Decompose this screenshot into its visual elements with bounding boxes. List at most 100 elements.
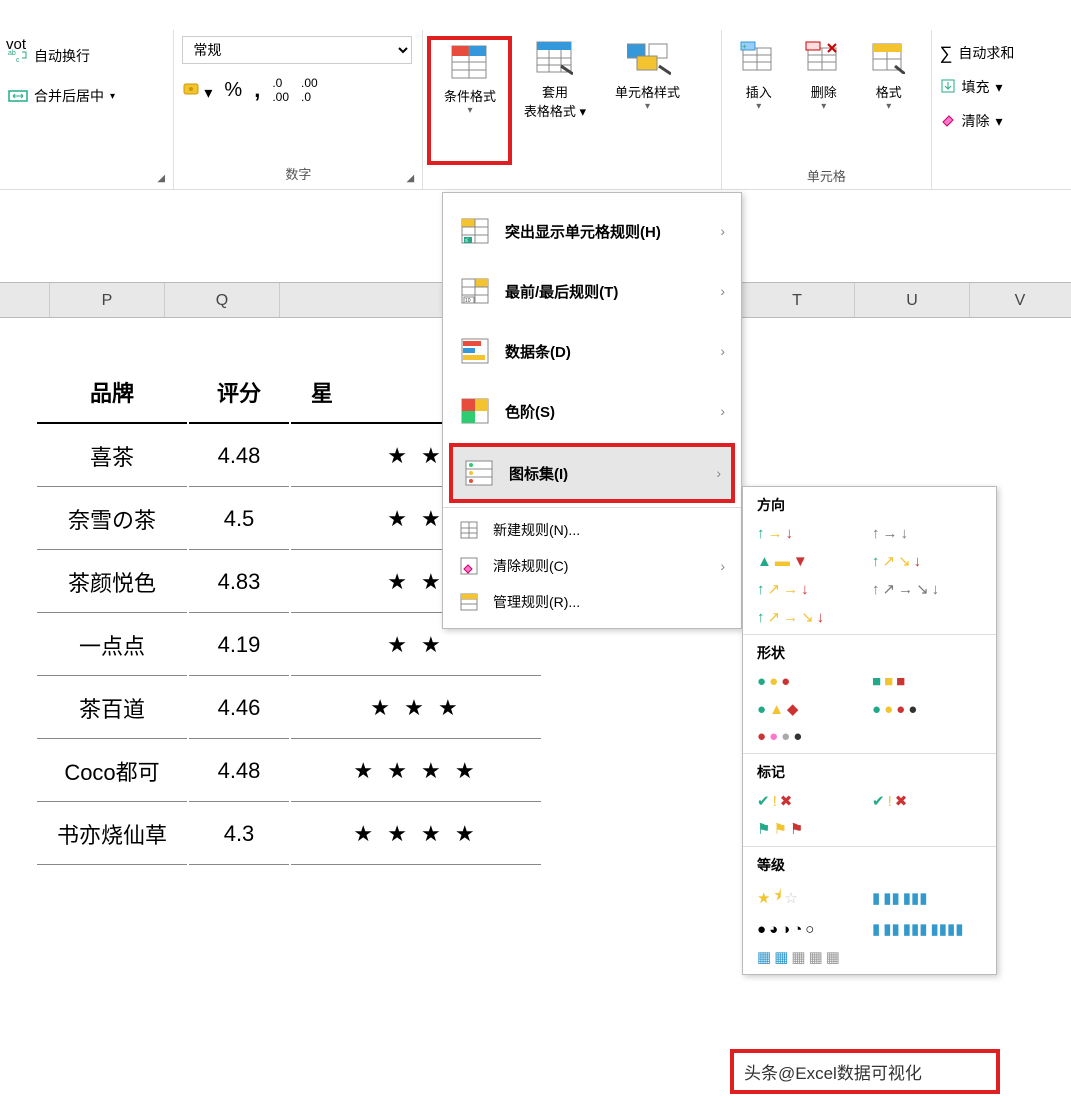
section-title: 方向 — [757, 495, 982, 515]
iconset-option[interactable]: ▦▦▦▦▦ — [757, 948, 842, 966]
cell-brand[interactable]: 喜茶 — [37, 426, 187, 487]
iconset-option[interactable]: ▮▮▮▮▮▮ — [872, 885, 957, 910]
cell-score[interactable]: 4.46 — [189, 678, 289, 739]
alignment-group: abc 自动换行 合并后居中 ▾ ◢ — [0, 30, 174, 189]
iconset-option[interactable]: ●●●● — [872, 700, 957, 718]
color-scales-item[interactable]: 色阶(S) › — [443, 381, 741, 441]
cell-score[interactable]: 4.3 — [189, 804, 289, 865]
table-row[interactable]: Coco都可4.48★ ★ ★ ★ — [37, 741, 541, 802]
header-score[interactable]: 评分 — [189, 362, 289, 424]
submenu-arrow-icon: › — [720, 403, 725, 419]
cell-stars[interactable]: ★ ★ ★ — [291, 678, 541, 739]
iconset-option[interactable]: ●▲◆ — [757, 700, 842, 718]
cell-brand[interactable]: 书亦烧仙草 — [37, 804, 187, 865]
clear-rules-item[interactable]: 清除规则(C) › — [443, 548, 741, 584]
iconset-option[interactable]: ↑↗→↘↓ — [757, 608, 842, 626]
table-row[interactable]: 茶百道4.46★ ★ ★ — [37, 678, 541, 739]
number-group: 常规 ▾ % , .0.00 .00.0 数字 ◢ — [174, 30, 423, 189]
iconset-option[interactable]: ●◕◑◔○ — [757, 920, 842, 938]
new-rule-item[interactable]: 新建规则(N)... — [443, 512, 741, 548]
svg-text:c: c — [16, 57, 20, 64]
number-format-select[interactable]: 常规 — [182, 36, 412, 64]
cells-group: + 插入 ▾ 删除 ▾ 格式 ▾ 单元格 — [722, 30, 931, 189]
col-header-u[interactable]: U — [855, 283, 970, 317]
col-header-v[interactable]: V — [970, 283, 1070, 317]
decrease-decimal-button[interactable]: .00.0 — [301, 76, 318, 104]
cell-score[interactable]: 4.5 — [189, 489, 289, 550]
new-rule-icon — [459, 520, 479, 540]
iconset-option[interactable]: ★⯨☆ — [757, 885, 842, 910]
iconset-option[interactable]: ↑↗→↓ — [757, 580, 842, 598]
editing-group: ∑ 自动求和 填充 ▾ 清除 ▾ — [932, 30, 1071, 189]
iconset-option[interactable]: ●●● — [757, 673, 842, 690]
cell-styles-button[interactable]: 单元格样式 ▾ — [597, 36, 697, 165]
currency-button[interactable]: ▾ — [182, 78, 212, 103]
clear-rules-icon — [459, 556, 479, 576]
conditional-format-button[interactable]: 条件格式 ▾ — [427, 36, 512, 165]
top-bottom-rules-item[interactable]: 10 最前/最后规则(T) › — [443, 261, 741, 321]
table-format-label1: 套用 — [542, 82, 568, 101]
cell-score[interactable]: 4.19 — [189, 615, 289, 676]
iconset-option[interactable]: ↑→↓ — [872, 525, 957, 542]
cell-stars[interactable]: ★ ★ ★ ★ — [291, 741, 541, 802]
fill-button[interactable]: 填充 ▾ — [940, 70, 1064, 104]
col-header-p[interactable]: P — [50, 283, 165, 317]
table-row[interactable]: 书亦烧仙草4.3★ ★ ★ ★ — [37, 804, 541, 865]
data-bars-item[interactable]: 数据条(D) › — [443, 321, 741, 381]
merge-center-button[interactable]: 合并后居中 ▾ — [8, 76, 165, 116]
iconset-option[interactable]: ↑→↓ — [757, 525, 842, 542]
iconset-option[interactable]: ✔!✖ — [872, 792, 957, 810]
iconset-option[interactable]: ■■■ — [872, 673, 957, 690]
dialog-launcher-icon[interactable]: ◢ — [157, 173, 169, 185]
iconset-option[interactable]: ↑↗→↘↓ — [872, 580, 957, 598]
iconset-option[interactable]: ▮▮▮▮▮▮▮▮▮▮ — [872, 920, 964, 938]
chevron-down-icon: ▾ — [821, 101, 826, 112]
cell-brand[interactable]: 奈雪の茶 — [37, 489, 187, 550]
submenu-arrow-icon: › — [720, 343, 725, 359]
col-header-q[interactable]: Q — [165, 283, 280, 317]
iconset-option[interactable]: ↑↗↘↓ — [872, 552, 957, 570]
iconset-option[interactable]: ✔!✖ — [757, 792, 842, 810]
cell-brand[interactable]: Coco都可 — [37, 741, 187, 802]
cell-score[interactable]: 4.48 — [189, 426, 289, 487]
cell-score[interactable]: 4.83 — [189, 552, 289, 613]
ribbon: abc 自动换行 合并后居中 ▾ ◢ 常规 ▾ % , .0.00 .00.0 … — [0, 30, 1071, 190]
col-header-t[interactable]: T — [740, 283, 855, 317]
submenu-arrow-icon: › — [720, 283, 725, 299]
dialog-launcher-icon[interactable]: ◢ — [406, 173, 418, 185]
menu-label: 数据条(D) — [505, 341, 571, 362]
cell-stars[interactable]: ★ ★ ★ ★ — [291, 804, 541, 865]
cell-brand[interactable]: 一点点 — [37, 615, 187, 676]
highlight-cells-rules-item[interactable]: ≤ 突出显示单元格规则(H) › — [443, 201, 741, 261]
cond-format-label: 条件格式 — [444, 86, 496, 105]
iconset-option[interactable]: ●●●● — [757, 728, 842, 745]
cell-brand[interactable]: 茶百道 — [37, 678, 187, 739]
increase-decimal-button[interactable]: .0.00 — [272, 76, 289, 104]
menu-label: 色阶(S) — [505, 401, 555, 422]
icon-sets-item[interactable]: 图标集(I) › — [449, 443, 735, 503]
cell-brand[interactable]: 茶颜悦色 — [37, 552, 187, 613]
header-brand[interactable]: 品牌 — [37, 362, 187, 424]
submenu-arrow-icon: › — [720, 558, 725, 574]
cell-styles-icon — [627, 40, 667, 78]
autosum-button[interactable]: ∑ 自动求和 — [940, 36, 1064, 70]
menu-label: 管理规则(R)... — [493, 592, 580, 612]
percent-button[interactable]: % — [224, 79, 242, 102]
iconset-option[interactable]: ▲▬▼ — [757, 552, 842, 570]
iconset-option[interactable]: ⚑⚑⚑ — [757, 820, 842, 838]
manage-rules-item[interactable]: 管理规则(R)... — [443, 584, 741, 620]
table-format-button[interactable]: 套用 表格格式 ▾ — [512, 36, 597, 165]
insert-button[interactable]: + 插入 ▾ — [726, 36, 791, 165]
delete-button[interactable]: 删除 ▾ — [791, 36, 856, 165]
comma-button[interactable]: , — [254, 77, 260, 103]
chevron-down-icon: ▾ — [756, 101, 761, 112]
fill-label: 填充 — [962, 77, 990, 97]
section-title: 标记 — [757, 762, 982, 782]
section-title: 形状 — [757, 643, 982, 663]
cell-score[interactable]: 4.48 — [189, 741, 289, 802]
wrap-text-button[interactable]: abc 自动换行 — [8, 36, 165, 76]
insert-label: 插入 — [746, 82, 772, 101]
clear-button[interactable]: 清除 ▾ — [940, 104, 1064, 138]
format-button[interactable]: 格式 ▾ — [856, 36, 921, 165]
merge-icon — [8, 86, 28, 106]
